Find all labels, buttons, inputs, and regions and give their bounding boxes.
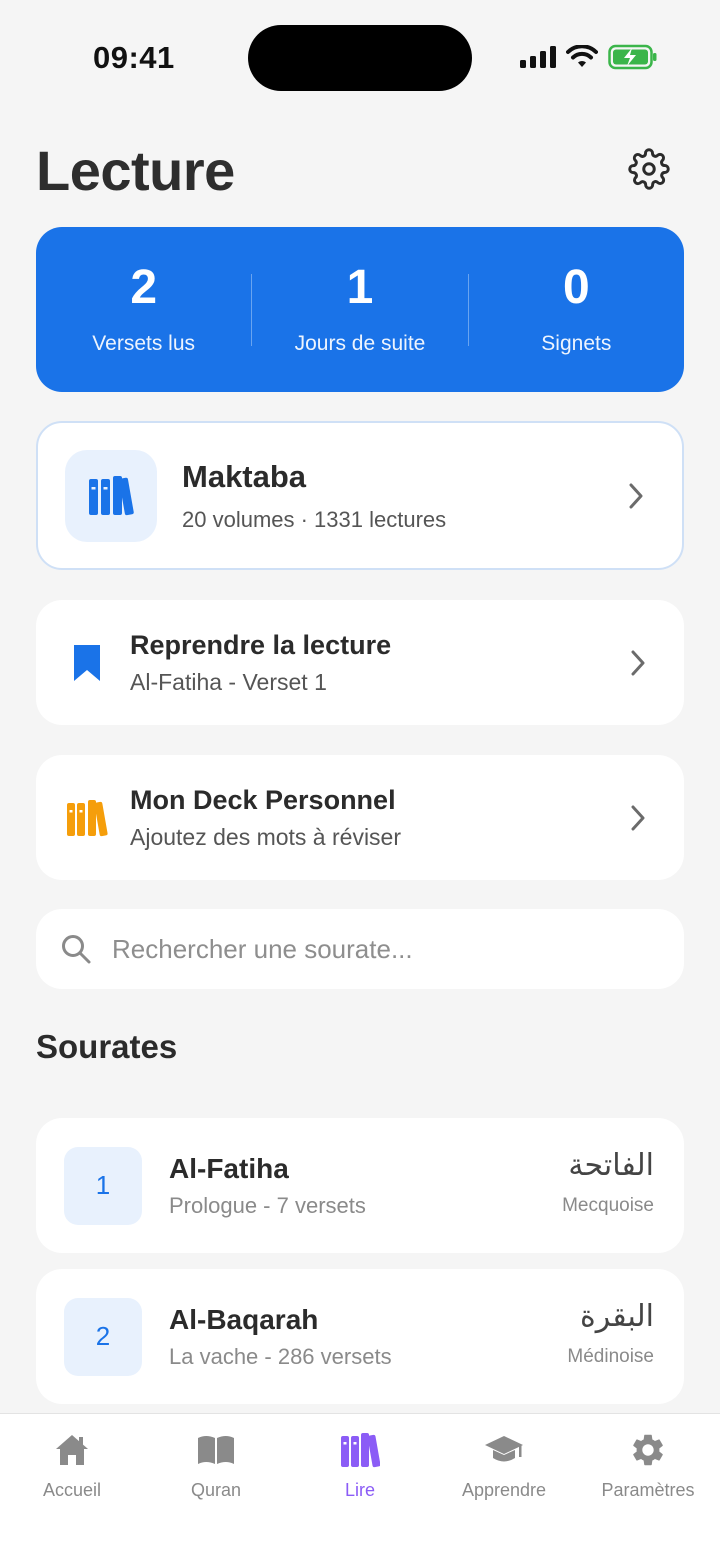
stat-label: Versets lus — [92, 331, 196, 355]
deck-text: Mon Deck Personnel Ajoutez des mots à ré… — [130, 785, 401, 851]
settings-button[interactable] — [626, 146, 672, 192]
deck-title: Mon Deck Personnel — [130, 784, 396, 815]
tab-read[interactable]: Lire — [288, 1414, 432, 1566]
personal-deck-card[interactable]: Mon Deck Personnel Ajoutez des mots à ré… — [36, 755, 684, 880]
tab-quran[interactable]: Quran — [144, 1414, 288, 1566]
gear-icon — [633, 1434, 663, 1466]
tab-label: Apprendre — [461, 1480, 547, 1500]
surah-meta: البقرة Médinoise — [567, 1299, 654, 1368]
books-icon — [341, 1433, 380, 1468]
section-title-surahs: Sourates — [36, 1028, 178, 1065]
tab-settings[interactable]: Paramètres — [576, 1414, 720, 1566]
status-time: 09:41 — [93, 40, 175, 75]
surah-name: Al-Baqarah — [169, 1303, 319, 1335]
resume-reading-card[interactable]: Reprendre la lecture Al-Fatiha - Verset … — [36, 600, 684, 725]
deck-subtitle: Ajoutez des mots à réviser — [130, 823, 402, 850]
search-bar[interactable] — [36, 909, 684, 989]
wifi-icon — [566, 45, 598, 67]
status-bar: 09:41 — [0, 0, 720, 110]
tab-learn[interactable]: Apprendre — [432, 1414, 576, 1566]
stats-card: 2 Versets lus 1 Jours de suite 0 Signets — [36, 227, 684, 392]
surah-item[interactable]: 1 Al-Fatiha Prologue - 7 versets الفاتحة… — [36, 1118, 684, 1253]
surah-revelation-type: Médinoise — [567, 1346, 654, 1367]
row-icon — [62, 799, 112, 837]
tab-label: Quran — [190, 1480, 242, 1500]
surah-arabic-name: البقرة — [580, 1299, 654, 1334]
battery-charging-icon — [608, 44, 657, 70]
stat-verses-read: 2 Versets lus — [36, 260, 251, 356]
stat-bookmarks: 0 Signets — [469, 260, 684, 356]
surah-meta: الفاتحة Mecquoise — [562, 1148, 654, 1217]
chevron-right-icon — [629, 483, 643, 508]
row-icon — [62, 643, 112, 683]
graduation-cap-icon — [485, 1436, 523, 1462]
dynamic-island — [248, 25, 472, 91]
status-icons — [520, 44, 658, 70]
gear-icon — [628, 148, 670, 190]
stat-value: 1 — [346, 260, 374, 314]
tab-home[interactable]: Accueil — [0, 1414, 144, 1566]
stat-label: Jours de suite — [294, 331, 426, 355]
resume-title: Reprendre la lecture — [130, 629, 392, 660]
surah-subtitle: Prologue - 7 versets — [169, 1192, 366, 1218]
maktaba-text: Maktaba 20 volumes · 1331 lectures — [182, 459, 446, 533]
surah-text: Al-Fatiha Prologue - 7 versets — [169, 1153, 366, 1219]
resume-subtitle: Al-Fatiha - Verset 1 — [130, 668, 327, 695]
book-icon — [198, 1436, 234, 1464]
search-icon — [62, 935, 91, 964]
surah-number-badge: 2 — [64, 1297, 142, 1376]
surah-arabic-name: الفاتحة — [568, 1148, 654, 1183]
maktaba-icon-tile — [65, 449, 157, 542]
search-input[interactable] — [112, 933, 632, 965]
surah-item[interactable]: 2 Al-Baqarah La vache - 286 versets البق… — [36, 1269, 684, 1404]
deck-books-icon — [67, 799, 108, 836]
signal-icon — [520, 46, 556, 68]
stat-value: 0 — [562, 260, 590, 314]
maktaba-title: Maktaba — [182, 458, 307, 494]
tab-label: Paramètres — [601, 1480, 695, 1500]
chevron-right-icon — [631, 650, 645, 675]
tab-label: Lire — [344, 1480, 375, 1500]
surah-name: Al-Fatiha — [169, 1152, 289, 1184]
bookmark-icon — [74, 644, 100, 681]
surah-number-badge: 1 — [64, 1146, 142, 1225]
stat-value: 2 — [130, 260, 158, 314]
maktaba-subtitle: 20 volumes · 1331 lectures — [182, 506, 447, 532]
tab-label: Accueil — [42, 1480, 102, 1500]
surah-subtitle: La vache - 286 versets — [169, 1343, 392, 1369]
page-title: Lecture — [36, 139, 235, 202]
home-icon — [56, 1435, 88, 1465]
stat-streak-days: 1 Jours de suite — [252, 260, 467, 356]
resume-text: Reprendre la lecture Al-Fatiha - Verset … — [130, 630, 391, 696]
books-icon — [89, 475, 134, 515]
surah-text: Al-Baqarah La vache - 286 versets — [169, 1304, 392, 1370]
maktaba-card[interactable]: Maktaba 20 volumes · 1331 lectures — [36, 421, 684, 570]
chevron-right-icon — [631, 805, 645, 830]
stat-label: Signets — [541, 331, 612, 355]
tab-bar: Accueil Quran Lire Apprendre Paramètres — [0, 1413, 720, 1566]
surah-revelation-type: Mecquoise — [562, 1195, 654, 1216]
